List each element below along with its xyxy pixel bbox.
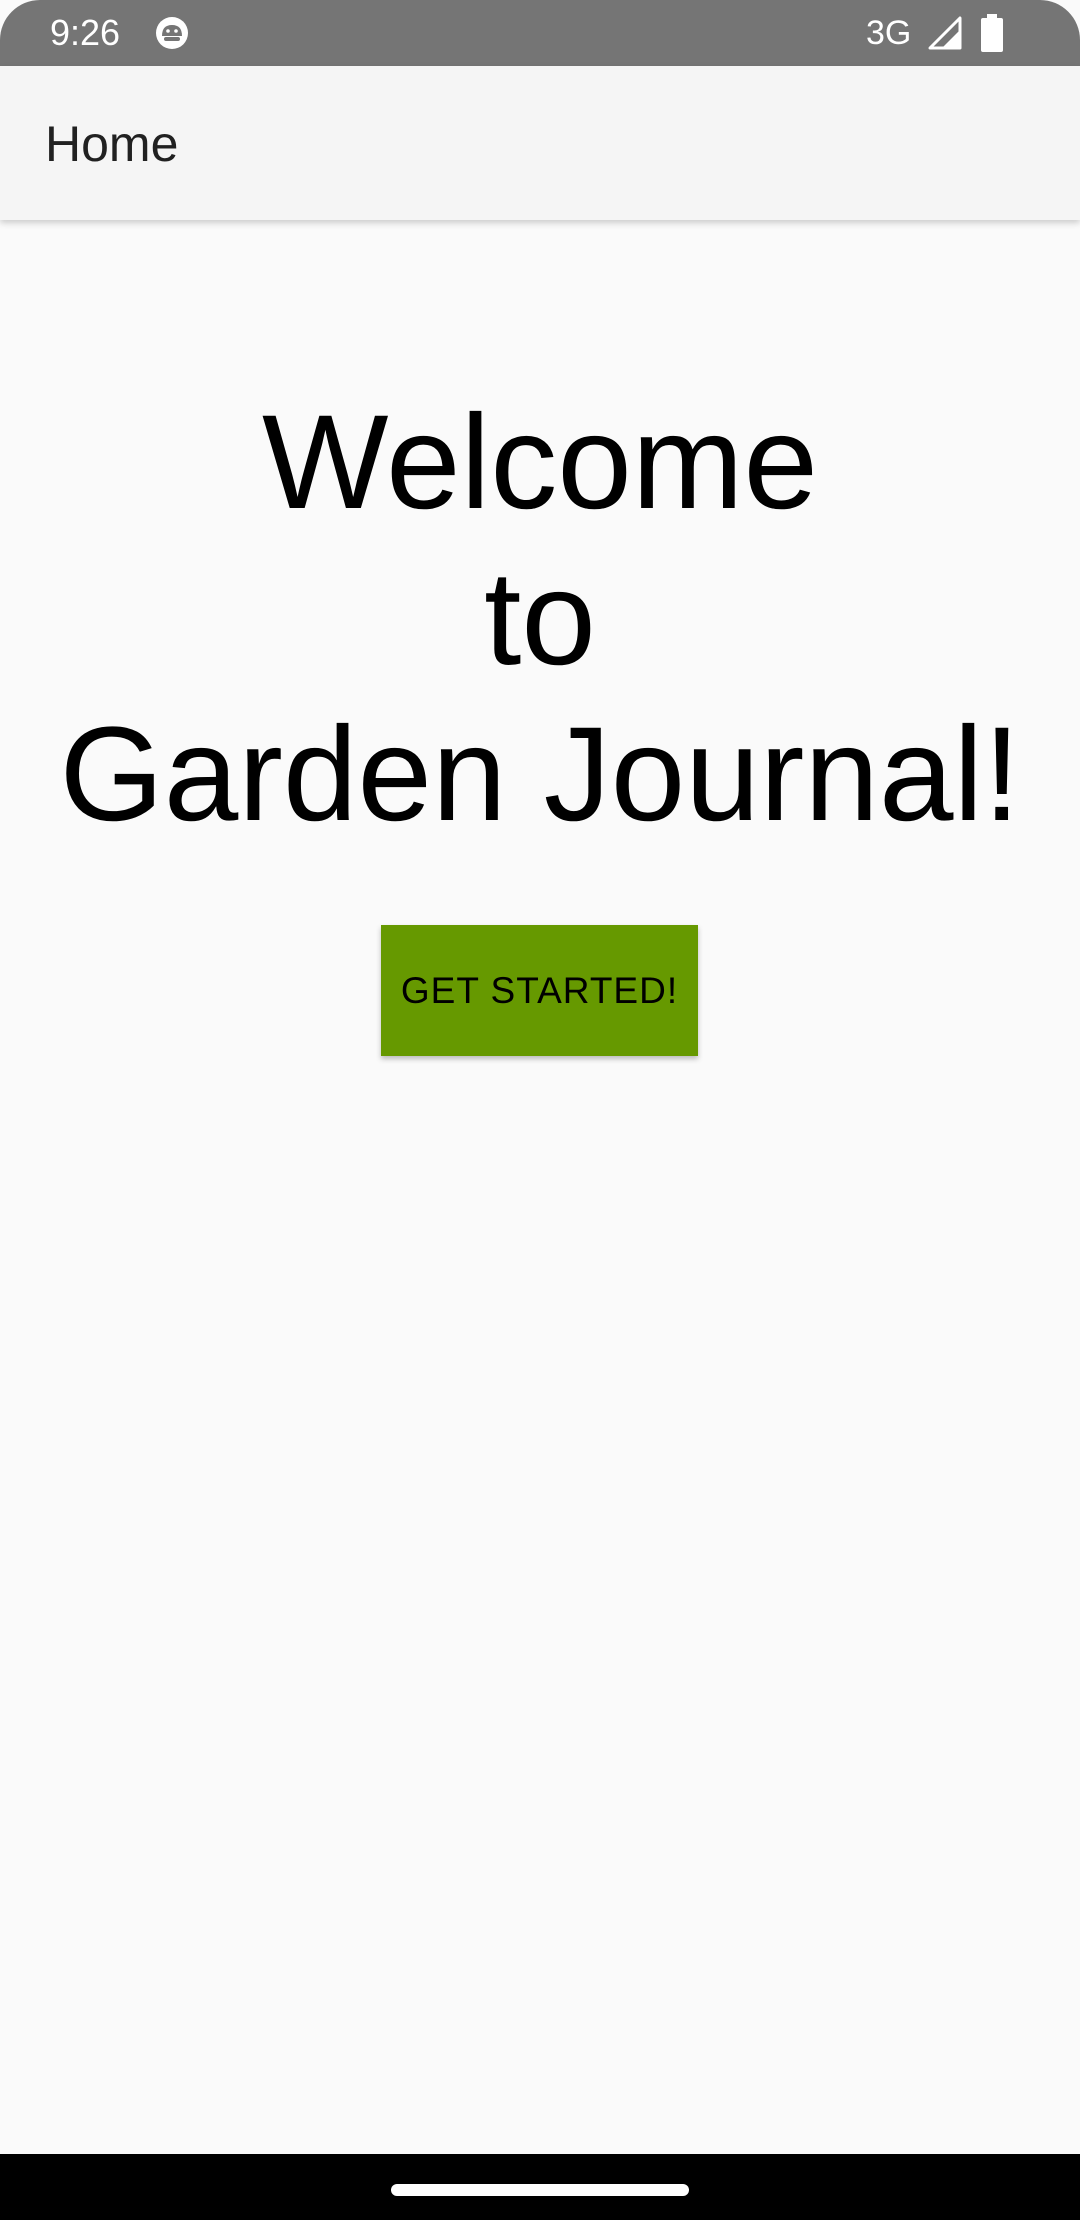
status-time: 9:26 [50, 12, 121, 53]
welcome-line-3: Garden Journal! [59, 700, 1021, 849]
app-bar-title: Home [45, 116, 179, 172]
app-bar: Home [0, 66, 1080, 220]
network-type-label: 3G [866, 14, 912, 52]
home-gesture-handle[interactable] [391, 2184, 689, 2196]
welcome-heading: Welcome to Garden Journal! [0, 385, 1080, 853]
welcome-line-1: Welcome [261, 388, 819, 537]
welcome-line-2: to [484, 544, 596, 693]
status-bar: 9:26 3G [0, 0, 1080, 66]
navigation-bar [0, 2154, 1080, 2220]
battery-icon [981, 14, 1003, 52]
cell-signal-icon [928, 16, 962, 50]
get-started-button[interactable]: GET STARTED! [381, 925, 698, 1056]
android-debug-icon [156, 17, 188, 49]
